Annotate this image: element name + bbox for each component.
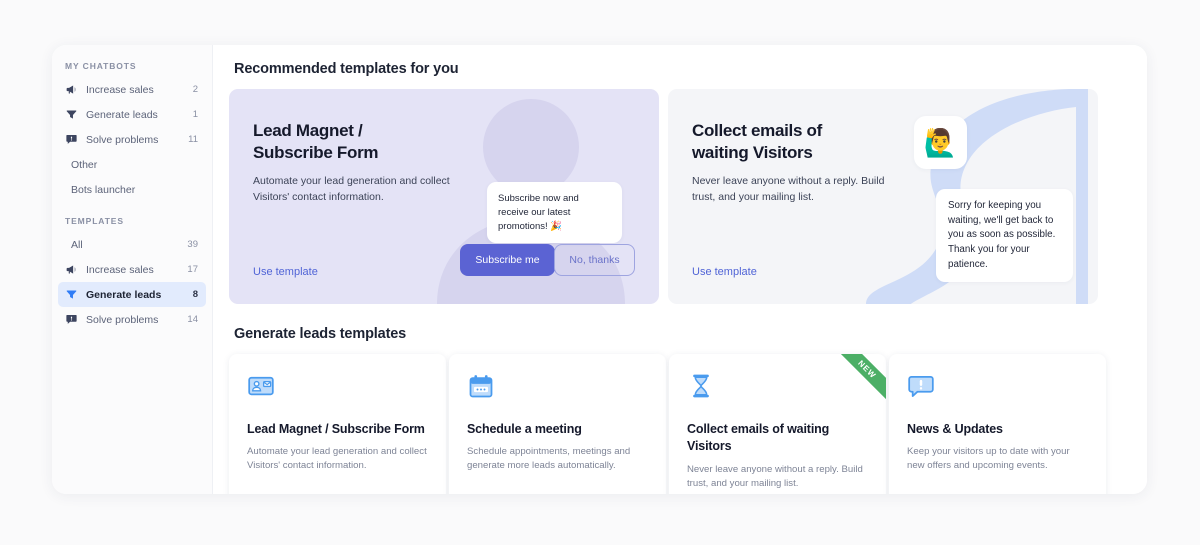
sidebar-item-templates-solve-problems[interactable]: Solve problems 14 (58, 307, 206, 332)
sidebar-item-label: All (71, 238, 83, 251)
template-card-title: Collect emails of waiting Visitors (687, 422, 830, 454)
sidebar-item-label: Increase sales (86, 263, 154, 276)
recommended-card-body: Collect emails of waiting Visitors Never… (692, 120, 907, 206)
hourglass-icon (693, 374, 709, 398)
promo-message-bubble: Subscribe now and receive our latest pro… (487, 182, 622, 244)
recommended-card-collect-emails[interactable]: Collect emails of waiting Visitors Never… (668, 89, 1098, 304)
chat-icon (65, 313, 78, 326)
content-area: Recommended templates for you Lead Magne… (213, 45, 1147, 494)
page-title: Recommended templates for you (234, 61, 459, 77)
recommended-card-title: Lead Magnet / Subscribe Form (253, 121, 379, 162)
funnel-icon (65, 108, 78, 121)
sidebar-item-count: 17 (187, 264, 198, 275)
sidebar-item-templates-generate-leads[interactable]: Generate leads 8 (58, 282, 206, 307)
alert-chat-icon (908, 375, 934, 397)
sidebar-item-count: 8 (192, 289, 198, 300)
avatar: 🙋‍♂️ (914, 116, 967, 169)
sidebar-section-title: TEMPLATES (65, 216, 124, 226)
template-card-description: Schedule appointments, meetings and gene… (467, 446, 631, 472)
calendar-icon (469, 375, 493, 398)
sidebar-item-label: Generate leads (86, 108, 158, 121)
contact-card-icon (248, 376, 274, 396)
sidebar-item-label: Solve problems (86, 133, 159, 146)
use-template-link[interactable]: Use template (692, 266, 757, 278)
template-card-schedule-meeting[interactable]: Schedule a meeting Schedule appointments… (449, 354, 666, 494)
sidebar-item-label: Other (71, 158, 98, 171)
templates-section-title: Generate leads templates (234, 326, 407, 342)
subscribe-me-button[interactable]: Subscribe me (460, 244, 555, 276)
no-thanks-button[interactable]: No, thanks (554, 244, 635, 276)
sidebar-section-my-chatbots: MY CHATBOTS Increase sales 2 Generate le… (52, 55, 212, 202)
template-card-news-updates[interactable]: News & Updates Keep your visitors up to … (889, 354, 1106, 494)
template-card-description: Automate your lead generation and collec… (247, 446, 427, 472)
megaphone-icon (65, 83, 78, 96)
sidebar-item-all[interactable]: All 39 (58, 232, 206, 257)
sidebar-item-count: 39 (187, 239, 198, 250)
funnel-icon (65, 288, 78, 301)
template-card-lead-magnet[interactable]: Lead Magnet / Subscribe Form Automate yo… (229, 354, 446, 494)
sidebar-item-count: 1 (192, 109, 198, 120)
sidebar-item-label: Increase sales (86, 83, 154, 96)
template-card-description: Never leave anyone without a reply. Buil… (687, 463, 863, 489)
template-card-title: News & Updates (907, 422, 1003, 436)
sidebar-item-solve-problems[interactable]: Solve problems 11 (58, 127, 206, 152)
sidebar-item-label: Bots launcher (71, 183, 136, 196)
recommended-card-description: Never leave anyone without a reply. Buil… (692, 175, 885, 203)
sidebar-section-title: MY CHATBOTS (65, 61, 137, 71)
recommended-card-body: Lead Magnet / Subscribe Form Automate yo… (253, 120, 468, 206)
sidebar-item-label: Generate leads (86, 288, 162, 301)
template-card-title: Lead Magnet / Subscribe Form (247, 422, 425, 436)
use-template-link[interactable]: Use template (253, 266, 318, 278)
sidebar-item-templates-increase-sales[interactable]: Increase sales 17 (58, 257, 206, 282)
sidebar-item-count: 14 (187, 314, 198, 325)
template-card-description: Keep your visitors up to date with your … (907, 446, 1070, 472)
sidebar-item-count: 2 (192, 84, 198, 95)
sidebar-section-templates: TEMPLATES All 39 Increase sales 17 Gener… (52, 210, 212, 332)
recommended-card-description: Automate your lead generation and collec… (253, 175, 450, 203)
sidebar: MY CHATBOTS Increase sales 2 Generate le… (52, 45, 213, 494)
templates-grid: Lead Magnet / Subscribe Form Automate yo… (229, 354, 1131, 494)
sidebar-item-generate-leads[interactable]: Generate leads 1 (58, 102, 206, 127)
sidebar-item-count: 11 (188, 134, 198, 145)
sidebar-item-label: Solve problems (86, 313, 159, 326)
template-card-title: Schedule a meeting (467, 422, 582, 436)
sidebar-item-bots-launcher[interactable]: Bots launcher (58, 177, 206, 202)
megaphone-icon (65, 263, 78, 276)
app-panel: MY CHATBOTS Increase sales 2 Generate le… (52, 45, 1147, 494)
status-badge: NEW (829, 354, 886, 407)
recommended-card-lead-magnet[interactable]: Lead Magnet / Subscribe Form Automate yo… (229, 89, 659, 304)
waiting-message-bubble: Sorry for keeping you waiting, we'll get… (936, 189, 1073, 283)
recommended-templates-row: Lead Magnet / Subscribe Form Automate yo… (229, 89, 1131, 304)
recommended-card-title: Collect emails of waiting Visitors (692, 121, 822, 162)
sidebar-item-other[interactable]: Other (58, 152, 206, 177)
chat-icon (65, 133, 78, 146)
template-card-collect-emails[interactable]: NEW Collect emails of waiting Visitors N… (669, 354, 886, 494)
sidebar-item-increase-sales[interactable]: Increase sales 2 (58, 77, 206, 102)
